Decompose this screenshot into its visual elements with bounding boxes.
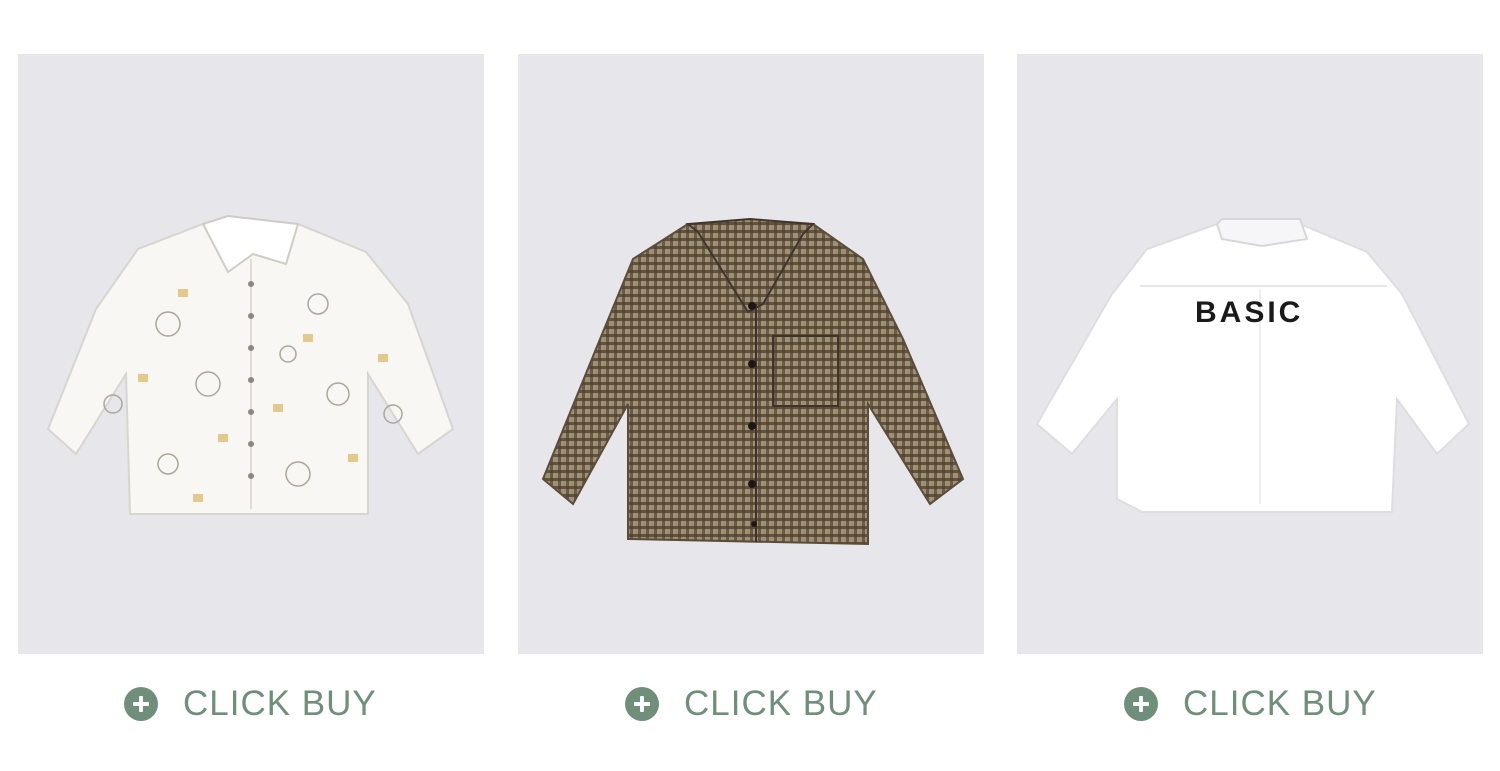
click-buy-label: CLICK BUY [183, 684, 377, 723]
plus-circle-icon [625, 687, 659, 721]
product-image-check-shirt[interactable] [518, 54, 984, 654]
plus-circle-icon [1124, 687, 1158, 721]
click-buy-label: CLICK BUY [684, 684, 878, 723]
shirt-print-text: BASIC [1195, 296, 1303, 329]
click-buy-button[interactable]: CLICK BUY [124, 684, 377, 724]
click-buy-button[interactable]: CLICK BUY [625, 684, 878, 724]
plus-circle-icon [124, 687, 158, 721]
basic-shirt-illustration: BASIC [1035, 218, 1471, 513]
click-buy-button[interactable]: CLICK BUY [1124, 684, 1377, 724]
click-buy-label: CLICK BUY [1183, 684, 1377, 723]
product-image-printed-shirt[interactable] [18, 54, 484, 654]
printed-shirt-illustration [46, 214, 455, 515]
product-image-basic-shirt[interactable]: BASIC [1017, 54, 1483, 654]
check-shirt-illustration [541, 217, 965, 546]
